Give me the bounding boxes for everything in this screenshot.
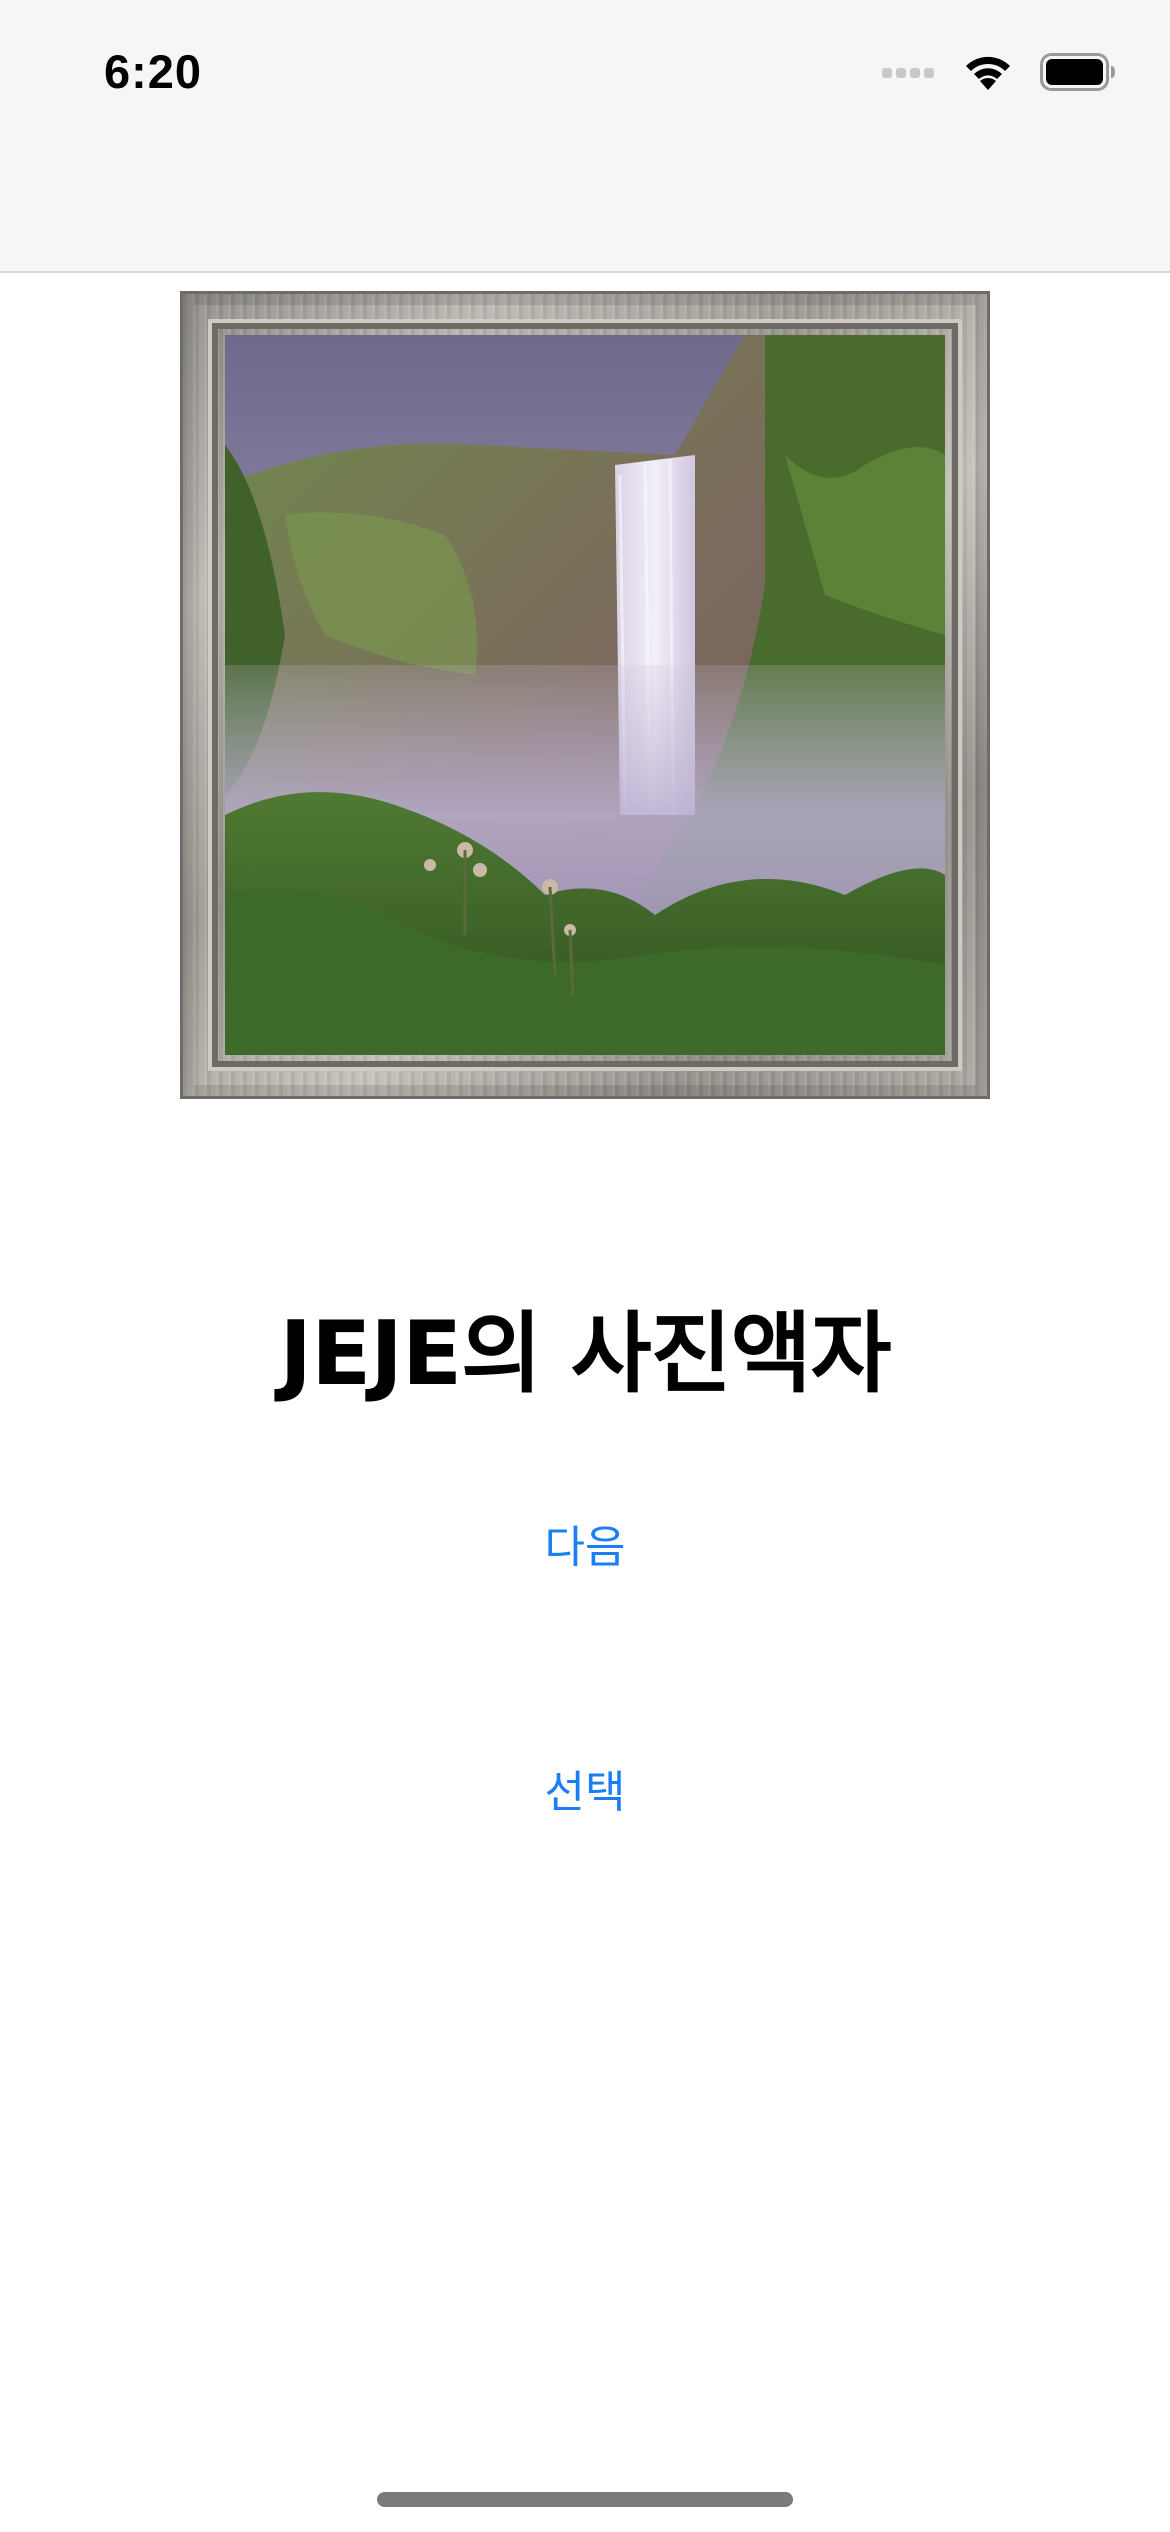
home-indicator[interactable]: [377, 2492, 793, 2507]
battery-icon: [1040, 53, 1115, 91]
next-button[interactable]: 다음: [485, 1508, 685, 1588]
status-time: 6:20: [104, 45, 203, 98]
cellular-signal-icon: [882, 68, 934, 78]
app-screen: 6:20 JEJE의 사진액자 다음 선택: [0, 0, 1170, 2532]
waterfall-image: [225, 335, 945, 1055]
waterfall-photo: [225, 335, 945, 1055]
photo-frame: [180, 291, 990, 1099]
navigation-bar: 6:20: [0, 0, 1170, 273]
status-icons: [882, 52, 1116, 92]
wifi-icon: [966, 56, 1010, 90]
page-title: JEJE의 사진액자: [279, 1302, 891, 1405]
select-button[interactable]: 선택: [485, 1753, 685, 1833]
